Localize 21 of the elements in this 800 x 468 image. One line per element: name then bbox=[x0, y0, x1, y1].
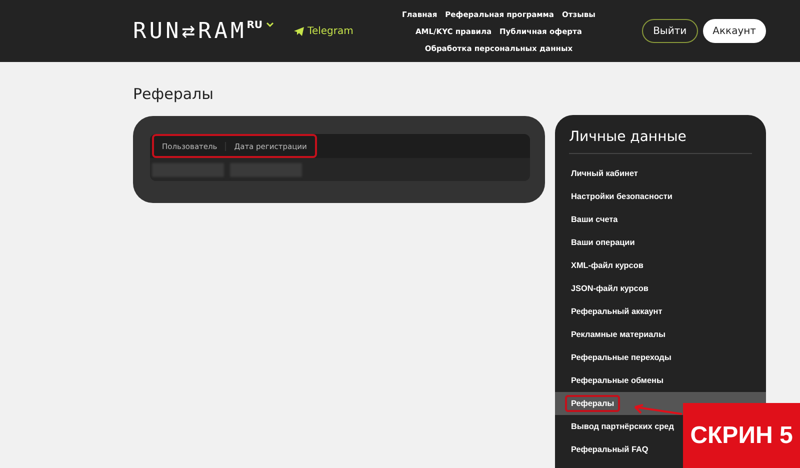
sidebar-item[interactable]: Вывод партнёрских сред bbox=[565, 418, 680, 435]
annotation-label: СКРИН 5 bbox=[683, 403, 800, 468]
sidebar-item[interactable]: XML-файл курсов bbox=[565, 257, 650, 274]
language-selector[interactable]: RU bbox=[246, 20, 274, 42]
logout-button[interactable]: Выйти bbox=[642, 19, 698, 43]
sidebar-item[interactable]: Реферальный аккаунт bbox=[565, 303, 668, 320]
sidebar-item[interactable]: Рефералы bbox=[565, 395, 620, 412]
sidebar-item[interactable]: Рекламные материалы bbox=[565, 326, 672, 343]
telegram-link[interactable]: Telegram bbox=[294, 26, 354, 36]
logo[interactable]: RUN⇄RAM bbox=[133, 18, 247, 44]
sidebar-item[interactable]: Ваши счета bbox=[565, 211, 624, 228]
page-title: Рефералы bbox=[133, 84, 214, 104]
sidebar-item[interactable]: Настройки безопасности bbox=[565, 188, 678, 205]
sidebar-item[interactable]: Реферальные переходы bbox=[565, 349, 678, 366]
sidebar-item[interactable]: Реферальный FAQ bbox=[565, 441, 654, 458]
sidebar-item[interactable]: Личный кабинет bbox=[565, 165, 644, 182]
sidebar-item[interactable]: JSON-файл курсов bbox=[565, 280, 654, 297]
sidebar-item[interactable]: Ваши операции bbox=[565, 234, 641, 251]
account-button[interactable]: Аккаунт bbox=[702, 19, 766, 43]
sidebar-title: Личные данные bbox=[568, 129, 688, 147]
sidebar-item[interactable]: Реферальные обмены bbox=[565, 372, 670, 389]
